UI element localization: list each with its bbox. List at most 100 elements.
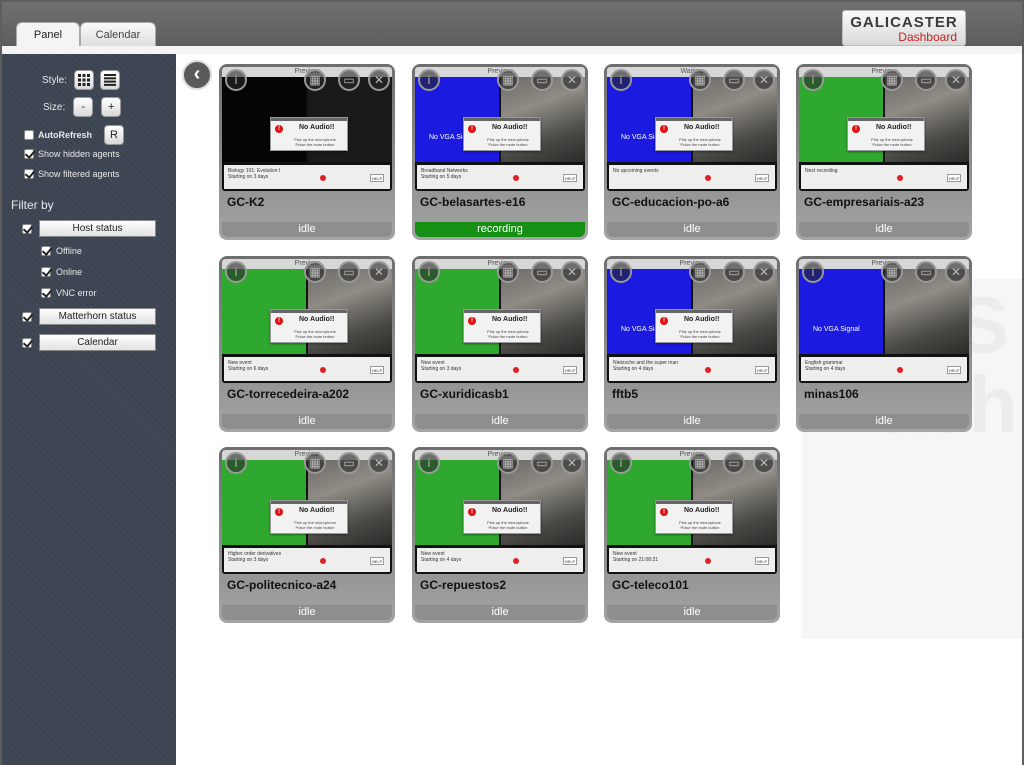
info-icon[interactable]: i [418,261,440,283]
agent-screen-thumbnail[interactable]: Preview No VGA Signal i ▦ ▭ ✕ English gr… [799,259,969,383]
matterhorn-status-checkbox[interactable] [22,311,32,322]
collapse-sidebar-button[interactable]: ‹ [182,60,212,90]
tools-icon[interactable]: ✕ [753,452,775,474]
monitor-icon[interactable]: ▭ [338,452,360,474]
monitor-icon[interactable]: ▭ [723,261,745,283]
grid-icon[interactable]: ▦ [304,452,326,474]
agent-card[interactable]: Preview i ▦ ▭ ✕ ! No Audio!! Pick up the… [219,64,395,240]
grid-icon[interactable]: ▦ [304,261,326,283]
agent-screen-thumbnail[interactable]: Preview i ▦ ▭ ✕ ! No Audio!! Pick up the… [222,450,392,574]
tools-icon[interactable]: ✕ [945,69,967,91]
size-increase-button[interactable]: + [101,97,122,117]
agent-screen-thumbnail[interactable]: Preview i ▦ ▭ ✕ ! No Audio!! Pick up the… [415,450,585,574]
grid-icon[interactable]: ▦ [497,452,519,474]
agent-status: recording [415,222,585,237]
info-icon[interactable]: i [225,452,247,474]
host-status-checkbox[interactable] [22,223,32,234]
info-icon[interactable]: i [802,69,824,91]
agent-screen-thumbnail[interactable]: Preview No VGA Signal i ▦ ▭ ✕ ! No Audio… [607,259,777,383]
vnc-error-checkbox[interactable] [41,288,51,298]
autorefresh-checkbox[interactable] [24,130,34,140]
tools-icon[interactable]: ✕ [368,69,390,91]
tools-icon[interactable]: ✕ [753,261,775,283]
tools-icon[interactable]: ✕ [561,452,583,474]
info-icon[interactable]: i [225,69,247,91]
agent-screen-thumbnail[interactable]: Preview i ▦ ▭ ✕ ! No Audio!! Pick up the… [415,259,585,383]
info-icon[interactable]: i [418,69,440,91]
grid-icon[interactable]: ▦ [881,69,903,91]
calendar-filter-checkbox[interactable] [22,337,32,348]
online-checkbox[interactable] [41,267,51,277]
show-filtered-checkbox[interactable] [24,169,34,179]
show-hidden-row: Show hidden agents [24,149,120,159]
grid-icon[interactable]: ▦ [689,69,711,91]
agent-screen-thumbnail[interactable]: Waiting No VGA Signal i ▦ ▭ ✕ ! No Audio… [607,67,777,191]
show-hidden-label: Show hidden agents [38,149,120,159]
tools-icon[interactable]: ✕ [368,261,390,283]
agent-status: idle [415,605,585,620]
show-filtered-label: Show filtered agents [38,169,120,179]
help-button: HELP [947,366,961,374]
calendar-filter-button[interactable]: Calendar [39,334,156,351]
monitor-icon[interactable]: ▭ [915,261,937,283]
offline-checkbox[interactable] [41,246,51,256]
grid-icon[interactable]: ▦ [304,69,326,91]
agent-screen-thumbnail[interactable]: Preview i ▦ ▭ ✕ ! No Audio!! Pick up the… [222,259,392,383]
info-icon[interactable]: i [802,261,824,283]
agent-card[interactable]: Preview No VGA Signal i ▦ ▭ ✕ ! No Audio… [604,256,780,432]
agent-screen-thumbnail[interactable]: Preview i ▦ ▭ ✕ ! No Audio!! Pick up the… [607,450,777,574]
screen-footer: Nietzsche and the super man Starting on 4… [609,357,775,381]
info-icon[interactable]: i [610,261,632,283]
host-status-button[interactable]: Host status [39,220,156,237]
grid-icon[interactable]: ▦ [689,452,711,474]
tools-icon[interactable]: ✕ [753,69,775,91]
dialog-message: Pick up the microphone Pulse the mute but… [487,520,529,530]
info-icon[interactable]: i [610,452,632,474]
agent-card[interactable]: Preview i ▦ ▭ ✕ ! No Audio!! Pick up the… [219,256,395,432]
monitor-icon[interactable]: ▭ [531,452,553,474]
agent-card[interactable]: Preview i ▦ ▭ ✕ ! No Audio!! Pick up the… [796,64,972,240]
size-decrease-button[interactable]: - [73,97,94,117]
tools-icon[interactable]: ✕ [945,261,967,283]
agent-card[interactable]: Preview i ▦ ▭ ✕ ! No Audio!! Pick up the… [412,256,588,432]
info-icon[interactable]: i [418,452,440,474]
agent-card[interactable]: Waiting No VGA Signal i ▦ ▭ ✕ ! No Audio… [604,64,780,240]
grid-icon[interactable]: ▦ [497,69,519,91]
grid-icon[interactable]: ▦ [881,261,903,283]
info-icon[interactable]: i [225,261,247,283]
tab-panel[interactable]: Panel [16,22,80,47]
grid-icon[interactable]: ▦ [689,261,711,283]
grid-icon[interactable]: ▦ [497,261,519,283]
dialog-message: Pick up the microphone Pulse the mute but… [679,137,721,147]
monitor-icon[interactable]: ▭ [531,69,553,91]
screen-footer: Biology 101: Evolution I Starting on 3 da… [224,165,390,189]
monitor-icon[interactable]: ▭ [915,69,937,91]
agent-screen-thumbnail[interactable]: Preview i ▦ ▭ ✕ ! No Audio!! Pick up the… [222,67,392,191]
next-event-text: Biology 101: Evolution I Starting on 3 da… [228,168,281,180]
no-audio-dialog: ! No Audio!! Pick up the microphone Pulse… [655,117,733,151]
tools-icon[interactable]: ✕ [368,452,390,474]
agent-card[interactable]: Preview No VGA Signal i ▦ ▭ ✕ English gr… [796,256,972,432]
agent-card[interactable]: Preview i ▦ ▭ ✕ ! No Audio!! Pick up the… [412,447,588,623]
agent-screen-thumbnail[interactable]: Preview No VGA Signal i ▦ ▭ ✕ ! No Audio… [415,67,585,191]
monitor-icon[interactable]: ▭ [338,261,360,283]
list-view-button[interactable] [100,70,121,90]
tools-icon[interactable]: ✕ [561,69,583,91]
show-hidden-checkbox[interactable] [24,149,34,159]
monitor-icon[interactable]: ▭ [723,452,745,474]
tab-calendar[interactable]: Calendar [80,22,156,47]
monitor-icon[interactable]: ▭ [723,69,745,91]
help-button: HELP [563,174,577,182]
monitor-icon[interactable]: ▭ [338,69,360,91]
agent-card[interactable]: Preview i ▦ ▭ ✕ ! No Audio!! Pick up the… [219,447,395,623]
grid-view-button[interactable] [74,70,95,90]
monitor-icon[interactable]: ▭ [531,261,553,283]
agent-card[interactable]: Preview No VGA Signal i ▦ ▭ ✕ ! No Audio… [412,64,588,240]
tools-icon[interactable]: ✕ [561,261,583,283]
agent-card[interactable]: Preview i ▦ ▭ ✕ ! No Audio!! Pick up the… [604,447,780,623]
agent-screen-thumbnail[interactable]: Preview i ▦ ▭ ✕ ! No Audio!! Pick up the… [799,67,969,191]
info-icon[interactable]: i [610,69,632,91]
refresh-button[interactable]: R [104,125,125,145]
dialog-title: No Audio!! [876,124,912,131]
matterhorn-status-button[interactable]: Matterhorn status [39,308,156,325]
